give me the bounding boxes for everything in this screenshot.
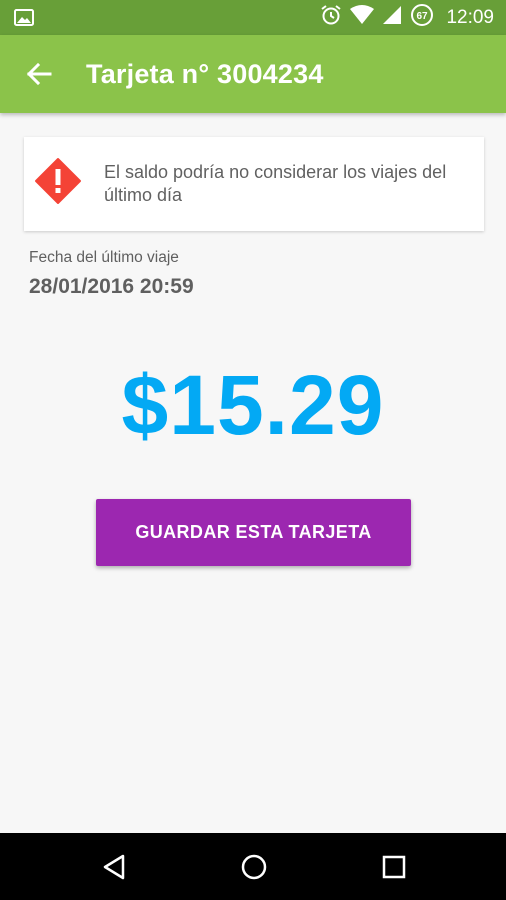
image-icon (14, 9, 34, 26)
card-balance: $15.29 (121, 358, 385, 452)
nav-home-icon (241, 854, 267, 880)
warning-message: El saldo podría no considerar los viajes… (104, 162, 447, 205)
nav-recent-button[interactable] (377, 850, 411, 884)
wifi-icon (350, 5, 375, 30)
status-icons: 67 12:09 (320, 0, 494, 35)
last-trip-date: 28/01/2016 20:59 (29, 275, 194, 298)
nav-home-button[interactable] (237, 850, 271, 884)
battery-level: 67 (417, 11, 429, 22)
warning-card: El saldo podría no considerar los viajes… (24, 137, 484, 231)
warning-diamond-icon (34, 157, 82, 205)
status-time: 12:09 (446, 6, 494, 28)
status-bar: 67 12:09 (0, 0, 506, 35)
page-title: Tarjeta n° 3004234 (86, 59, 324, 89)
battery-icon: 67 (410, 3, 434, 32)
arrow-back-icon (26, 62, 52, 86)
alarm-icon (320, 4, 342, 31)
last-trip-label: Fecha del último viaje (29, 249, 179, 266)
signal-icon (382, 5, 402, 30)
nav-back-button[interactable] (97, 850, 131, 884)
nav-back-icon (103, 854, 125, 880)
back-button[interactable] (22, 57, 56, 91)
nav-recent-icon (382, 855, 406, 879)
navigation-bar (0, 833, 506, 900)
app-bar: Tarjeta n° 3004234 (0, 35, 506, 113)
save-card-button[interactable]: GUARDAR ESTA TARJETA (96, 499, 411, 566)
